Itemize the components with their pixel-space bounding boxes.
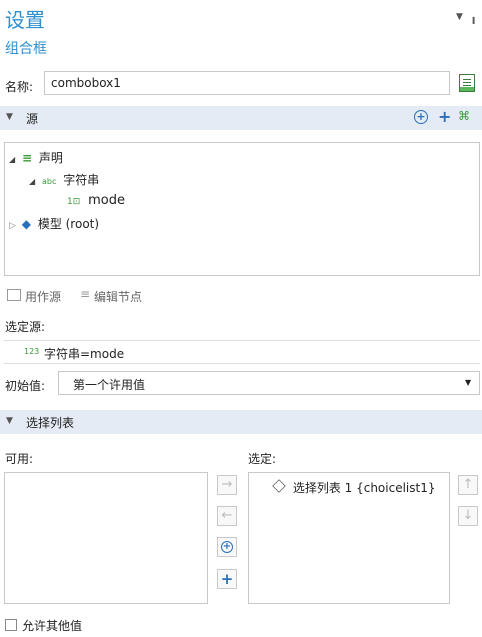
tree-item-label: 字符串 bbox=[63, 173, 100, 187]
list-item-label: 选择列表 1 {choicelist1} bbox=[292, 481, 436, 495]
tree-item-label: mode bbox=[88, 193, 125, 208]
tree-item-label: 声明 bbox=[38, 151, 63, 165]
source-section-label: 源 bbox=[26, 112, 39, 126]
use-as-source-icon bbox=[7, 289, 21, 301]
move-right-button[interactable]: → bbox=[217, 475, 237, 495]
collapse-icon: ▼ bbox=[6, 416, 13, 426]
tree-item-declaration[interactable]: ◢ ≡ 声明 bbox=[9, 149, 63, 166]
number-type-icon: 123 bbox=[24, 347, 40, 356]
string-type-icon: abc bbox=[41, 177, 57, 186]
initial-value-select[interactable]: 第一个许用值 ▼ bbox=[58, 371, 480, 395]
name-label: 名称: bbox=[5, 80, 34, 94]
initial-value-selected: 第一个许用值 bbox=[73, 378, 146, 392]
list-item[interactable]: 选择列表 1 {choicelist1} bbox=[272, 479, 436, 496]
expanded-arrow-icon: ◢ bbox=[9, 155, 16, 164]
arrow-down-icon: ↓ bbox=[462, 508, 474, 523]
selected-list[interactable]: 选择列表 1 {choicelist1} bbox=[248, 472, 450, 604]
selected-source-label: 选定源: bbox=[5, 320, 46, 334]
selected-source-value: 字符串=mode bbox=[44, 347, 125, 361]
selected-source-row: 123 字符串=mode bbox=[4, 340, 480, 364]
allow-other-label: 允许其他值 bbox=[22, 619, 83, 633]
arrow-right-icon: → bbox=[221, 477, 233, 492]
selected-label: 选定: bbox=[248, 452, 277, 466]
arrow-left-icon: ← bbox=[221, 508, 233, 523]
add-circle-icon[interactable]: + bbox=[414, 110, 428, 124]
choice-list-icon bbox=[272, 479, 286, 493]
available-list[interactable] bbox=[4, 472, 208, 604]
source-section-header[interactable]: ▼ 源 + + ⌘ bbox=[0, 106, 482, 130]
page-subtitle: 组合框 bbox=[5, 41, 47, 57]
initial-value-label: 初始值: bbox=[5, 379, 46, 393]
dropdown-arrow-icon[interactable]: ▼ bbox=[456, 12, 463, 22]
move-left-button[interactable]: ← bbox=[217, 506, 237, 526]
tree-item-mode[interactable]: 1⊡ mode bbox=[67, 193, 125, 208]
move-up-button[interactable]: ↑ bbox=[458, 475, 478, 495]
model-icon: ◆ bbox=[21, 217, 31, 231]
variable-icon: 1⊡ bbox=[67, 197, 81, 207]
arrow-up-icon: ↑ bbox=[462, 477, 474, 492]
edit-node-button[interactable]: 编辑节点 bbox=[94, 288, 142, 305]
name-field-value: combobox1 bbox=[51, 76, 121, 90]
move-down-button[interactable]: ↓ bbox=[458, 506, 478, 526]
edit-node-icon: ≡ bbox=[80, 287, 91, 301]
page-title: 设置 bbox=[5, 8, 45, 32]
choice-list-section-label: 选择列表 bbox=[26, 416, 75, 430]
name-field[interactable]: combobox1 bbox=[44, 71, 450, 95]
expanded-arrow-icon: ◢ bbox=[29, 177, 36, 186]
available-label: 可用: bbox=[5, 452, 34, 466]
tree-item-string[interactable]: ◢ abc 字符串 bbox=[29, 171, 99, 188]
tree-item-label: 模型 (root) bbox=[37, 217, 100, 231]
collapsed-arrow-icon: ▷ bbox=[9, 221, 16, 231]
add-button[interactable]: + bbox=[217, 569, 237, 589]
choice-list-section-header[interactable]: ▼ 选择列表 bbox=[0, 410, 482, 434]
use-as-source-button[interactable]: 用作源 bbox=[25, 288, 61, 305]
collapse-icon: ▼ bbox=[6, 112, 13, 122]
allow-other-checkbox[interactable] bbox=[5, 619, 17, 631]
source-tree[interactable]: ◢ ≡ 声明 ◢ abc 字符串 1⊡ mode ▷ ◆ 模型 (root) bbox=[4, 142, 480, 276]
tree-node-icon[interactable]: ⌘ bbox=[458, 109, 470, 123]
chevron-down-icon: ▼ bbox=[465, 378, 472, 387]
tree-item-model[interactable]: ▷ ◆ 模型 (root) bbox=[9, 215, 99, 232]
plus-icon: + bbox=[220, 570, 234, 588]
pin-icon[interactable]: ╻ bbox=[470, 10, 477, 24]
add-choice-list-button[interactable]: + bbox=[217, 537, 237, 557]
document-icon[interactable] bbox=[459, 74, 475, 92]
add-circle-icon: + bbox=[221, 541, 233, 553]
list-icon: ≡ bbox=[21, 151, 33, 165]
plus-icon[interactable]: + bbox=[438, 107, 451, 126]
